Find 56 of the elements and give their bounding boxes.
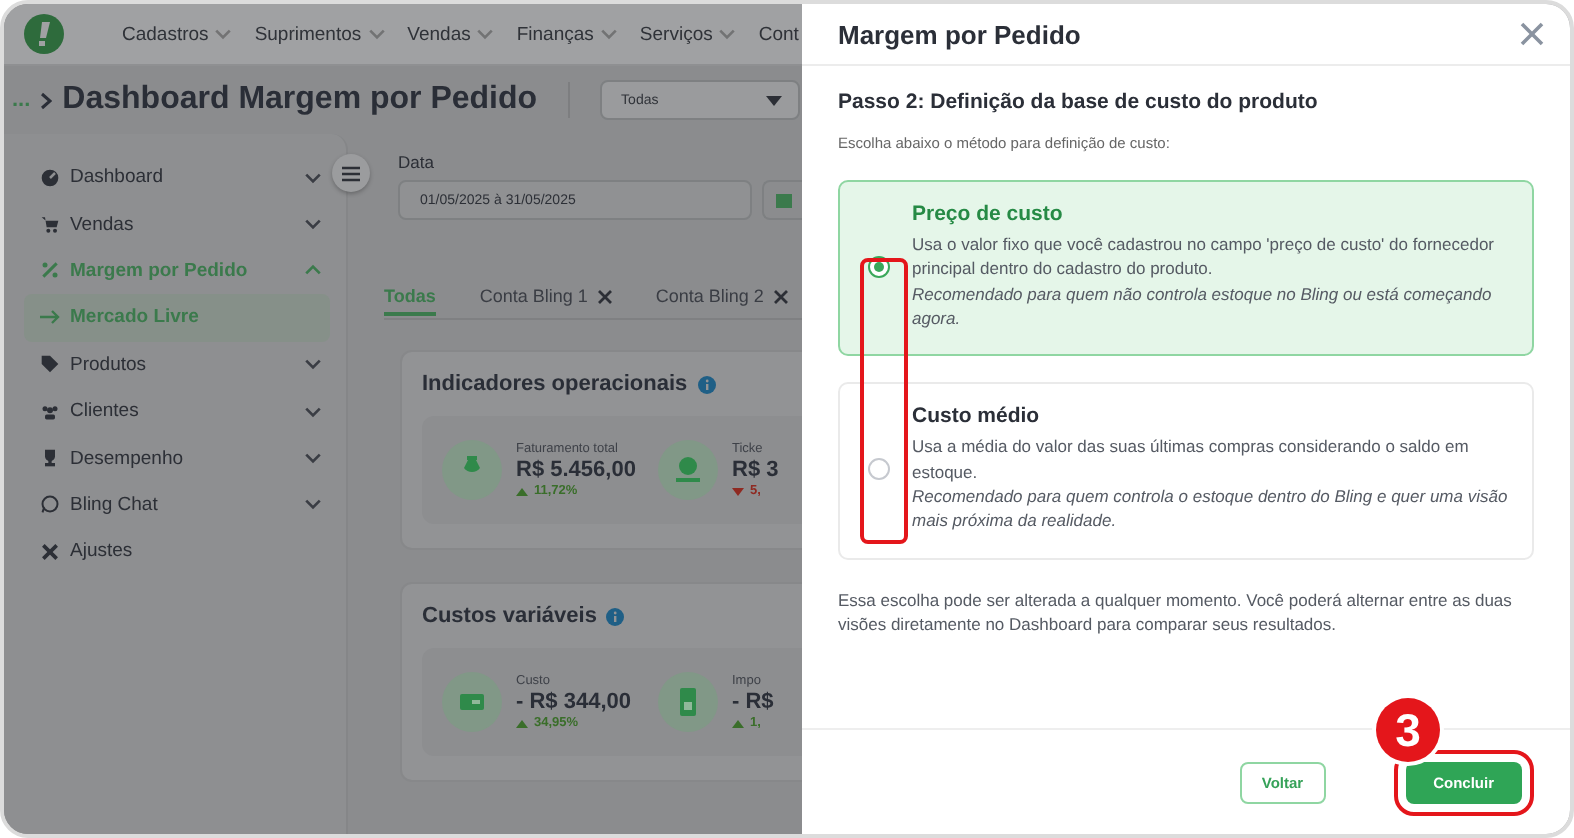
calendar-icon [775, 192, 792, 208]
menu-item[interactable]: Cadastros [122, 23, 233, 45]
sidebar-item[interactable]: Vendas [24, 200, 330, 248]
date-label: Data [398, 152, 436, 172]
option-title: Preço de custo [912, 202, 1065, 226]
caret-down-icon [765, 95, 782, 105]
chevron-down-icon [718, 28, 737, 40]
info-icon[interactable] [606, 607, 625, 625]
option-card[interactable]: Custo médio Usa a média do valor das suas últimas compras considerando o saldo em estoque. Recomendado para quem controla o estoque dentro do Bling e quer uma visão mais próxima da realidade. [838, 382, 1534, 559]
drawer-title: Margem por Pedido [838, 19, 1081, 49]
metric-value: - R$ [732, 690, 774, 714]
note-text: Essa escolha pode ser alterada a qualquer momento. Você poderá alternar entre as duas visões diretamente no Dashboard para comparar seus resultados. [838, 587, 1514, 638]
option-description: Usa a média do valor das suas últimas compras considerando o saldo em estoque. [912, 434, 1471, 484]
close-icon[interactable] [597, 289, 612, 303]
close-icon[interactable] [1518, 20, 1546, 48]
metric-icon [658, 440, 718, 500]
menu-item[interactable]: Cont [758, 23, 799, 45]
option-description: Usa o valor fixo que você cadastrou no campo 'preço de custo' do fornecedor principal dentro do cadastro do produto. [912, 232, 1496, 282]
chevron-down-icon [214, 28, 233, 40]
radio-button[interactable] [868, 457, 890, 480]
option-title: Custo médio [912, 404, 1042, 429]
metric-icon [658, 672, 718, 732]
sidebar-item[interactable]: Dashboard [24, 154, 330, 201]
menu-item[interactable]: Finanças [516, 23, 618, 45]
option-recommendation: Recomendado para quem não controla estoque no Bling ou está começando agora. [912, 281, 1494, 331]
close-icon[interactable] [773, 289, 788, 303]
chevron-right-icon [40, 91, 53, 109]
tab[interactable]: Conta Bling 1 [479, 280, 612, 316]
step-badge: 3 [1376, 698, 1440, 762]
option-recommendation: Recomendado para quem controla o estoque dentro do Bling e quer uma visão mais próxima da realidade. [912, 483, 1510, 533]
metric-value: - R$ 344,00 [516, 690, 631, 714]
arrow-right-icon [40, 310, 60, 325]
chevron-down-icon [367, 28, 386, 40]
card-title: Indicadores operacionais [422, 372, 688, 396]
logo-icon[interactable] [24, 14, 64, 54]
sidebar-item[interactable]: Bling Chat [24, 481, 330, 529]
chevron-down-icon [599, 28, 618, 40]
metric-icon [442, 672, 502, 732]
sidebar-item[interactable]: Ajustes [24, 528, 330, 576]
sidebar-item[interactable]: Clientes [24, 387, 330, 435]
option-card[interactable] [838, 180, 1534, 357]
tab[interactable]: Conta Bling 2 [655, 280, 788, 316]
info-icon[interactable] [697, 375, 716, 393]
metric-value: R$ 5.456,00 [516, 458, 636, 482]
step-title: Passo 2: Definição da base de custo do produto [838, 90, 1320, 114]
chevron-down-icon [476, 28, 495, 40]
menu-item[interactable]: Vendas [407, 23, 495, 45]
sidebar-item[interactable]: Produtos [24, 341, 330, 388]
menu-toggle-button[interactable] [332, 154, 370, 192]
metric-value: R$ 3 [732, 458, 779, 482]
page-title: Dashboard Margem por Pedido [62, 82, 538, 118]
metric-icon [442, 440, 502, 500]
sidebar-item[interactable]: Desempenho [24, 434, 330, 482]
menu-item[interactable]: Suprimentos [254, 23, 386, 45]
menu-item[interactable]: Serviços [639, 23, 737, 45]
card-title: Custos variáveis [422, 604, 597, 628]
